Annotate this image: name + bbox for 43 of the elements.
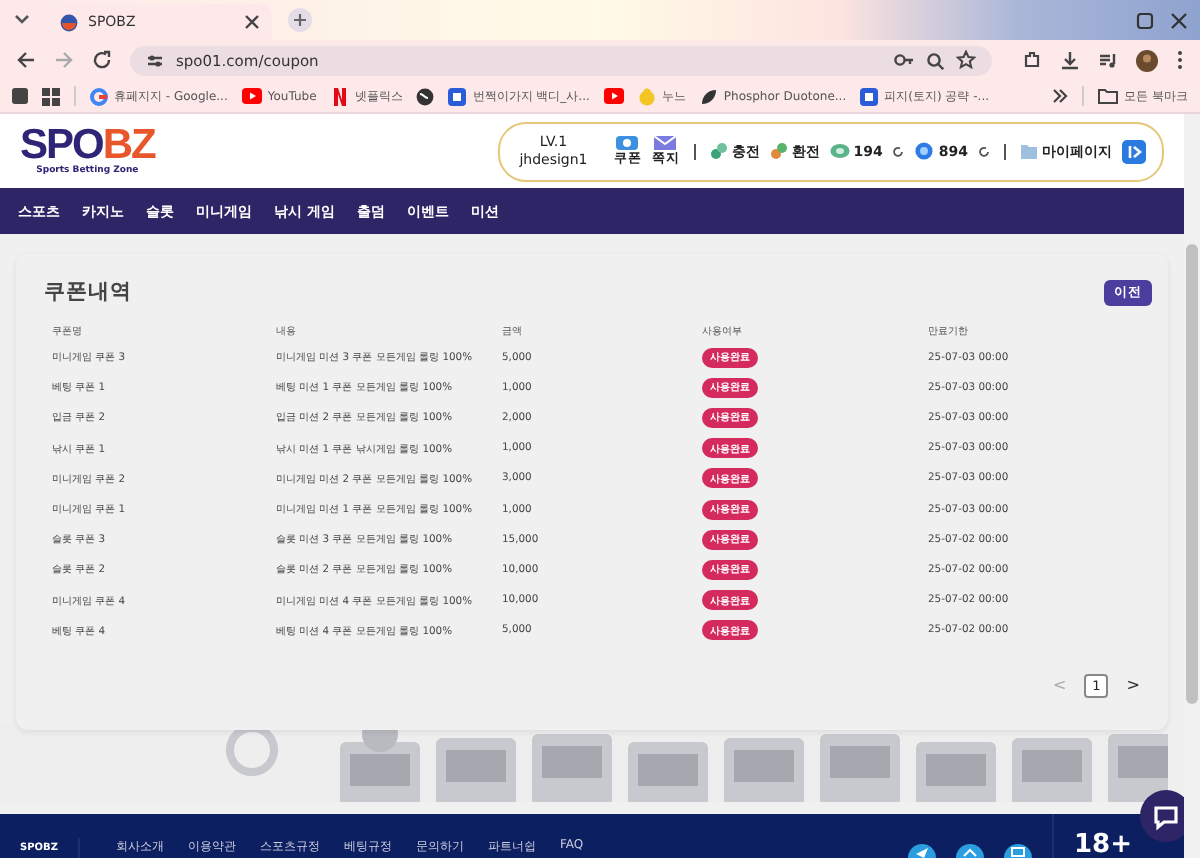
mail-icon <box>654 136 677 150</box>
google-icon <box>90 87 108 105</box>
back-icon[interactable] <box>16 50 36 70</box>
refresh-icon[interactable] <box>978 145 990 157</box>
extension-icon[interactable] <box>1022 50 1042 70</box>
apps-icon[interactable] <box>42 87 60 105</box>
new-tab-icon[interactable] <box>288 8 312 32</box>
avatar-icon[interactable] <box>1136 49 1158 71</box>
badge-icon[interactable] <box>1004 842 1033 858</box>
next-page[interactable]: > <box>1126 676 1140 695</box>
media-icon[interactable] <box>1098 50 1118 70</box>
ticket-icon <box>616 136 639 150</box>
send-icon[interactable] <box>908 842 937 858</box>
refresh-icon[interactable] <box>892 145 905 157</box>
reload-icon[interactable] <box>92 50 112 70</box>
tune-icon <box>146 51 164 69</box>
play-icon[interactable] <box>603 88 624 104</box>
app-icon <box>448 87 467 105</box>
zoom-icon[interactable] <box>926 51 944 69</box>
download-icon[interactable] <box>1060 50 1080 70</box>
folder-icon <box>1020 142 1038 160</box>
leaf-icon <box>699 87 718 105</box>
play-icon <box>241 88 262 104</box>
square-icon[interactable] <box>12 88 28 104</box>
coins-icon <box>769 142 788 160</box>
logout-icon[interactable] <box>1122 139 1146 163</box>
key-icon[interactable] <box>894 52 914 68</box>
close-icon[interactable] <box>244 14 260 30</box>
more-icon[interactable] <box>1176 50 1184 70</box>
cash-icon <box>829 142 850 160</box>
star-icon[interactable] <box>956 50 976 70</box>
section-title: 쿠폰내역 <box>44 278 132 306</box>
close-icon[interactable] <box>1170 11 1188 29</box>
ball-icon <box>60 13 78 31</box>
letter-icon <box>330 87 349 105</box>
globe-icon[interactable] <box>416 87 435 105</box>
coin-icon <box>914 142 935 160</box>
age-limit: 18+ <box>1074 832 1132 858</box>
app-icon <box>860 87 879 105</box>
coins-icon <box>709 142 728 160</box>
folder-icon <box>1098 88 1119 104</box>
restore-icon[interactable] <box>1136 11 1154 29</box>
chevrons-icon[interactable] <box>1052 88 1069 104</box>
